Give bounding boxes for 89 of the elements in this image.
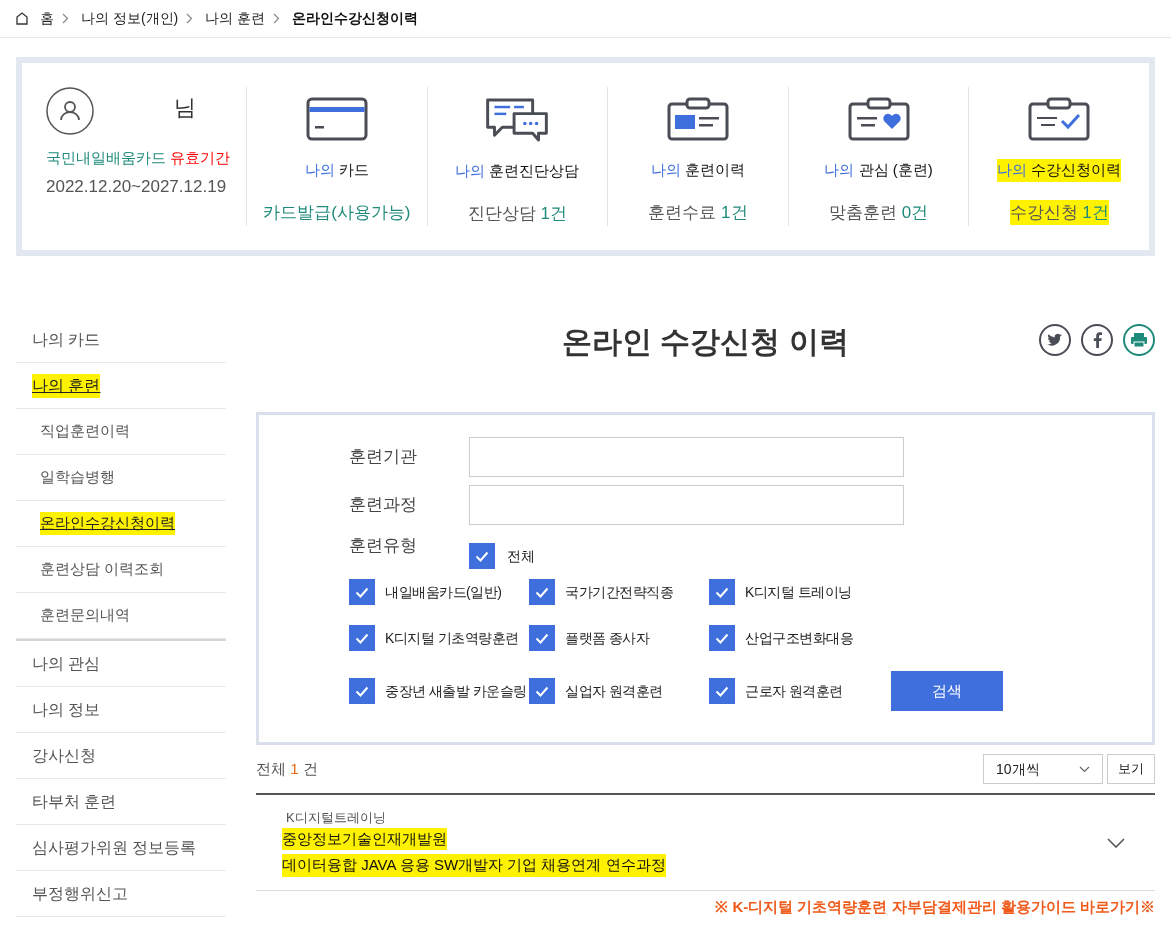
sidebar-item[interactable]: 나의 정보	[32, 697, 101, 722]
sidebar-item[interactable]: 나의 훈련	[32, 373, 101, 398]
checkbox-label: K디지털 기초역량훈련	[385, 628, 519, 648]
checkbox[interactable]	[349, 678, 375, 704]
sidebar-item[interactable]: 나의 관심	[32, 651, 101, 676]
course-name: 데이터융합 JAVA 응용 SW개발자 기업 채용연계 연수과정	[282, 854, 666, 877]
checkmark-icon	[535, 632, 549, 644]
checkbox-label: 플랫폼 종사자	[565, 628, 650, 648]
sidebar-item[interactable]: 온라인수강신청이력	[40, 512, 175, 535]
checkbox[interactable]	[709, 678, 735, 704]
sidebar-item[interactable]: 일학습병행	[40, 466, 115, 489]
sidebar-item[interactable]: 심사평가위원 정보등록	[32, 835, 197, 860]
heart-clipboard-icon	[847, 97, 910, 141]
summary-label[interactable]: 나의 관심 (훈련)	[824, 159, 933, 182]
chevron-right-icon	[62, 13, 69, 24]
checkbox[interactable]	[709, 579, 735, 605]
checkmark-icon	[475, 550, 489, 562]
course-category: K디지털트레이닝	[286, 809, 387, 828]
summary-value: 맞춤훈련 0건	[828, 201, 929, 224]
chat-bubbles-icon	[484, 97, 551, 142]
checkmark-icon	[535, 586, 549, 598]
id-card-icon	[667, 97, 729, 141]
user-suffix: 님	[174, 94, 196, 122]
print-icon[interactable]	[1123, 324, 1155, 356]
total-count: 전체 1 건	[256, 758, 318, 779]
credit-card-icon	[305, 97, 368, 141]
checkbox-label: 산업구조변화대응	[745, 628, 853, 648]
chevron-right-icon	[273, 13, 281, 24]
checkbox[interactable]	[529, 678, 555, 704]
checkbox-label: K디지털 트레이닝	[745, 582, 852, 602]
page-size-select[interactable]: 10개씩	[983, 754, 1103, 784]
page-title: 온라인 수강신청 이력	[562, 323, 849, 360]
checkmark-icon	[715, 632, 729, 644]
check-clipboard-icon	[1028, 97, 1091, 141]
home-icon[interactable]	[16, 12, 28, 25]
card-validity-label: 국민내일배움카드 유효기간	[46, 148, 232, 168]
checkbox-label: 중장년 새출발 카운슬링	[385, 681, 527, 701]
field-label: 훈련과정	[349, 494, 418, 517]
checkbox-label: 근로자 원격훈련	[745, 681, 843, 701]
checkbox[interactable]	[469, 543, 495, 569]
checkbox-label: 국가기간전략직종	[565, 582, 673, 602]
checkbox[interactable]	[529, 625, 555, 651]
checkmark-icon	[355, 586, 369, 598]
summary-label[interactable]: 나의 훈련진단상담	[455, 160, 580, 183]
checkmark-icon	[715, 586, 729, 598]
checkbox[interactable]	[349, 625, 375, 651]
summary-value: 수강신청 1건	[1009, 199, 1109, 225]
breadcrumb-link[interactable]: 홈	[40, 8, 54, 29]
checkbox-label: 실업자 원격훈련	[565, 681, 663, 701]
user-avatar-icon	[46, 87, 94, 135]
breadcrumb-link[interactable]: 온라인수강신청이력	[292, 8, 419, 29]
checkbox[interactable]	[529, 579, 555, 605]
checkbox-label: 내일배움카드(일반)	[385, 582, 502, 602]
checkbox[interactable]	[709, 625, 735, 651]
twitter-icon[interactable]	[1039, 324, 1071, 356]
text-input[interactable]	[469, 485, 904, 525]
checkmark-icon	[535, 685, 549, 697]
sidebar-item[interactable]: 나의 카드	[32, 327, 101, 352]
search-button[interactable]: 검색	[891, 671, 1003, 711]
card-period: 2022.12.20~2027.12.19	[46, 175, 228, 198]
summary-label[interactable]: 나의 훈련이력	[650, 159, 746, 182]
sidebar-item[interactable]: 훈련상담 이력조회	[40, 558, 165, 581]
field-label: 훈련기관	[349, 446, 418, 469]
sidebar-item[interactable]: 강사신청	[32, 743, 96, 768]
summary-value: 카드발급(사용가능)	[263, 201, 411, 224]
breadcrumb-link[interactable]: 나의 정보(개인)	[81, 8, 179, 29]
breadcrumb-link[interactable]: 나의 훈련	[205, 8, 266, 29]
result-row[interactable]: K디지털트레이닝 중앙정보기술인재개발원 데이터융합 JAVA 응용 SW개발자 기업 채용연계 연수과정	[256, 795, 1155, 891]
institution-name: 중앙정보기술인재개발원	[282, 827, 447, 851]
summary-label[interactable]: 나의 카드	[304, 159, 369, 182]
checkbox-label: 전체	[507, 546, 535, 566]
checkmark-icon	[715, 685, 729, 697]
sidebar-item[interactable]: 부정행위신고	[32, 881, 128, 906]
field-label: 훈련유형	[349, 535, 418, 557]
summary-label[interactable]: 나의 수강신청이력	[997, 159, 1122, 182]
summary-value: 진단상담 1건	[467, 202, 567, 225]
summary-value: 훈련수료 1건	[648, 201, 748, 224]
sidebar-item[interactable]: 직업훈련이력	[40, 420, 130, 443]
facebook-icon[interactable]	[1081, 324, 1113, 356]
sidebar-item[interactable]: 타부처 훈련	[32, 789, 117, 814]
view-button[interactable]: 보기	[1107, 754, 1155, 784]
chevron-down-icon[interactable]	[1107, 837, 1125, 848]
checkmark-icon	[355, 632, 369, 644]
checkbox[interactable]	[349, 579, 375, 605]
chevron-down-icon	[1079, 765, 1090, 773]
text-input[interactable]	[469, 437, 904, 477]
sidebar-item[interactable]: 훈련문의내역	[40, 604, 130, 627]
checkmark-icon	[355, 685, 369, 697]
chevron-right-icon	[186, 13, 194, 24]
